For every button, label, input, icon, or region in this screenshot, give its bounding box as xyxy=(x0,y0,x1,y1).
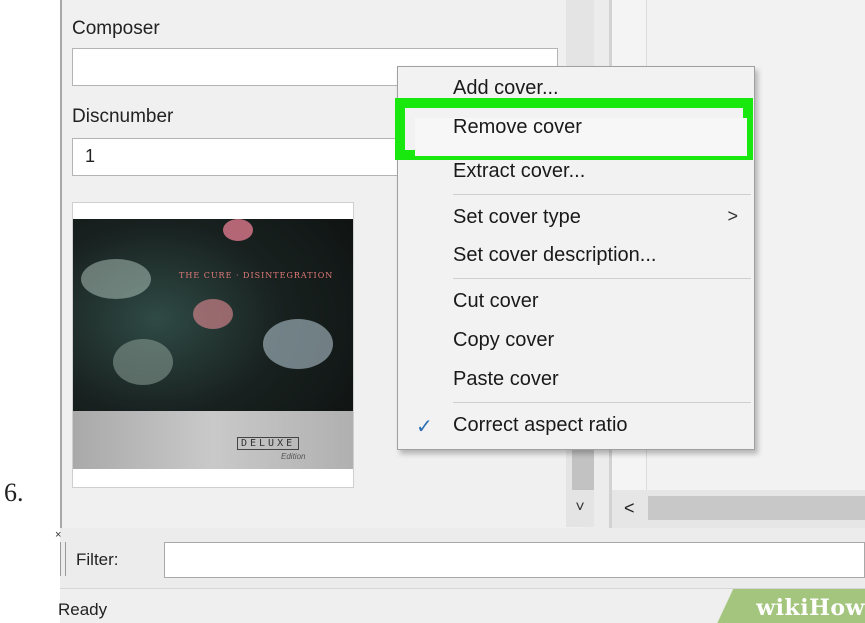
screenshot: 6. Composer Discnumber 1 THE CURE · DISI… xyxy=(0,0,865,623)
menu-item-paste-cover[interactable]: Paste cover xyxy=(398,362,754,400)
wikihow-watermark: wikiHow xyxy=(715,589,865,623)
album-cover-image: THE CURE · DISINTEGRATION DELUXE Edition xyxy=(73,219,353,469)
toolbar-grip[interactable] xyxy=(60,542,66,576)
horizontal-scrollbar-thumb[interactable] xyxy=(648,496,865,520)
discnumber-label: Discnumber xyxy=(72,106,174,127)
cover-title-text: THE CURE · DISINTEGRATION xyxy=(179,271,334,280)
cover-deluxe-text: DELUXE xyxy=(237,437,300,450)
menu-item-label: Set cover type xyxy=(453,206,581,228)
menu-item-label: Extract cover... xyxy=(453,160,586,182)
status-text: Ready xyxy=(58,600,108,619)
menu-item-label: Copy cover xyxy=(453,329,555,351)
scroll-down-icon[interactable]: ˅ xyxy=(566,494,594,522)
menu-separator xyxy=(453,278,751,279)
menu-item-label: Correct aspect ratio xyxy=(453,414,628,436)
scroll-left-icon[interactable]: < xyxy=(624,496,644,520)
menu-item-set-cover-type[interactable]: Set cover type > xyxy=(398,200,754,238)
close-icon[interactable]: × xyxy=(55,529,61,541)
filter-label: Filter: xyxy=(76,550,119,569)
menu-item-correct-aspect-ratio[interactable]: ✓ Correct aspect ratio xyxy=(398,408,754,446)
submenu-arrow-icon: > xyxy=(727,206,738,226)
filter-input[interactable] xyxy=(164,542,865,578)
menu-item-copy-cover[interactable]: Copy cover xyxy=(398,323,754,361)
menu-separator xyxy=(453,402,751,403)
menu-item-label: Paste cover xyxy=(453,368,559,390)
menu-item-label: Add cover... xyxy=(453,77,559,99)
menu-item-label: Cut cover xyxy=(453,290,539,312)
menu-item-label: Remove cover xyxy=(453,116,582,138)
menu-separator xyxy=(453,194,751,195)
menu-item-remove-cover[interactable]: Remove cover xyxy=(398,110,754,148)
filter-bar: × Filter: xyxy=(55,528,865,588)
horizontal-scrollbar[interactable]: < xyxy=(612,490,865,528)
cover-edition-text: Edition xyxy=(281,452,306,461)
app-window: Composer Discnumber 1 THE CURE · DISINTE… xyxy=(55,0,865,623)
cover-art-area[interactable]: THE CURE · DISINTEGRATION DELUXE Edition xyxy=(72,202,354,488)
checkmark-icon: ✓ xyxy=(416,416,433,438)
composer-label: Composer xyxy=(72,18,160,39)
menu-item-label: Set cover description... xyxy=(453,244,657,266)
step-number: 6. xyxy=(4,478,24,507)
menu-item-cut-cover[interactable]: Cut cover xyxy=(398,284,754,322)
context-menu: Add cover... Remove cover Extract cover.… xyxy=(395,66,755,450)
menu-item-extract-cover[interactable]: Extract cover... xyxy=(398,154,754,192)
menu-item-set-cover-description[interactable]: Set cover description... xyxy=(398,238,754,276)
wikihow-logo-text: wikiHow xyxy=(756,595,865,621)
cover-lower-band xyxy=(73,411,353,469)
